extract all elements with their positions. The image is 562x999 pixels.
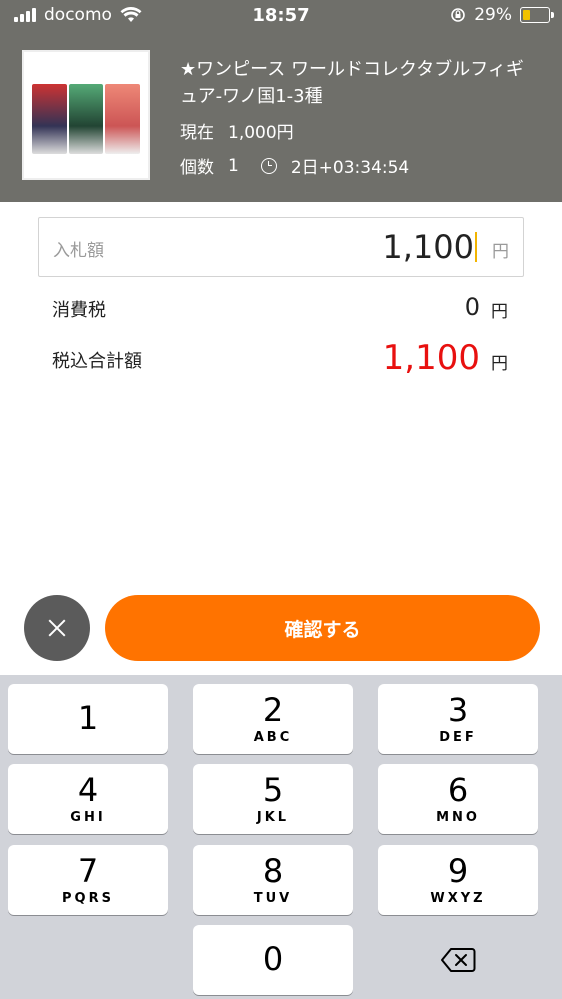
tax-row: 消費税 0 円 (52, 293, 512, 323)
battery-fill (523, 10, 530, 20)
quantity-row: 個数 1 2日+03:34:54 (180, 153, 410, 179)
total-value: 1,100 (382, 338, 480, 378)
key-6[interactable]: 6 MNO (378, 764, 538, 834)
time-left: 2日+03:34:54 (290, 158, 410, 178)
key-digit: 2 (262, 691, 284, 729)
key-9[interactable]: 9 WXYZ (378, 845, 538, 915)
confirm-button[interactable]: 確認する (105, 595, 540, 661)
key-letters: ABC (253, 730, 293, 745)
bid-amount-unit: 円 (492, 242, 509, 262)
product-thumbnail[interactable] (22, 50, 150, 180)
key-1[interactable]: 1 (8, 684, 168, 754)
key-letters: MNO (436, 810, 480, 825)
key-digit: 7 (77, 852, 99, 890)
figure-box-image (105, 84, 141, 154)
total-label: 税込合計額 (52, 351, 142, 372)
battery-percent: 29% (474, 5, 512, 25)
key-4[interactable]: 4 GHI (8, 764, 168, 834)
key-digit: 8 (262, 852, 284, 890)
key-3[interactable]: 3 DEF (378, 684, 538, 754)
key-0[interactable]: 0 (193, 925, 353, 995)
total-unit: 円 (491, 354, 508, 374)
key-digit: 4 (77, 771, 99, 809)
current-price-label: 現在 (180, 123, 214, 143)
key-digit: 9 (447, 852, 469, 890)
bid-amount-field[interactable]: 入札額 1,100 円 (38, 217, 524, 277)
key-letters: PQRS (62, 891, 114, 906)
tax-label: 消費税 (52, 300, 106, 321)
delete-key[interactable] (378, 925, 538, 995)
clock-icon (260, 157, 277, 174)
tax-value: 0 (464, 293, 480, 321)
total-row: 税込合計額 1,100 円 (52, 338, 512, 378)
backspace-icon (441, 948, 476, 972)
quantity-label: 個数 (180, 158, 214, 178)
status-bar: docomo 18:57 29% (0, 0, 562, 30)
close-button[interactable] (24, 595, 90, 661)
product-title: ★ワンピース ワールドコレクタブルフィギュア-ワノ国1-3種 (180, 59, 524, 107)
tax-unit: 円 (491, 302, 508, 322)
key-digit: 0 (262, 940, 284, 978)
key-letters: JKL (256, 810, 290, 825)
bid-amount-text: 1,100 (382, 228, 474, 266)
key-2[interactable]: 2 ABC (193, 684, 353, 754)
key-letters: WXYZ (430, 891, 486, 906)
battery-icon (520, 7, 554, 23)
figure-box-image (68, 84, 104, 154)
figure-box-image (32, 84, 67, 154)
key-letters: DEF (439, 730, 477, 745)
key-letters: GHI (70, 810, 106, 825)
key-digit: 6 (447, 771, 469, 809)
key-letters: TUV (253, 891, 293, 906)
key-digit: 3 (447, 691, 469, 729)
key-7[interactable]: 7 PQRS (8, 845, 168, 915)
text-caret (475, 232, 477, 262)
key-digit: 1 (77, 699, 99, 737)
status-right: 29% (450, 5, 554, 25)
key-digit: 5 (262, 771, 284, 809)
current-price-value: 1,000円 (228, 123, 294, 143)
bid-amount-label: 入札額 (53, 241, 104, 261)
product-image (32, 84, 141, 154)
key-5[interactable]: 5 JKL (193, 764, 353, 834)
numeric-keyboard: 1 2 ABC 3 DEF 4 GHI 5 JKL 6 MNO 7 PQRS 8 TUV 9W… (0, 675, 562, 999)
key-8[interactable]: 8 TUV (193, 845, 353, 915)
current-price-row: 現在 1,000円 (180, 118, 294, 143)
orientation-lock-icon (451, 8, 466, 22)
bid-amount-value[interactable]: 1,100 (382, 228, 477, 266)
quantity-value: 1 (228, 155, 239, 176)
product-header: ★ワンピース ワールドコレクタブルフィギュア-ワノ国1-3種 現在 1,000円… (0, 30, 562, 202)
